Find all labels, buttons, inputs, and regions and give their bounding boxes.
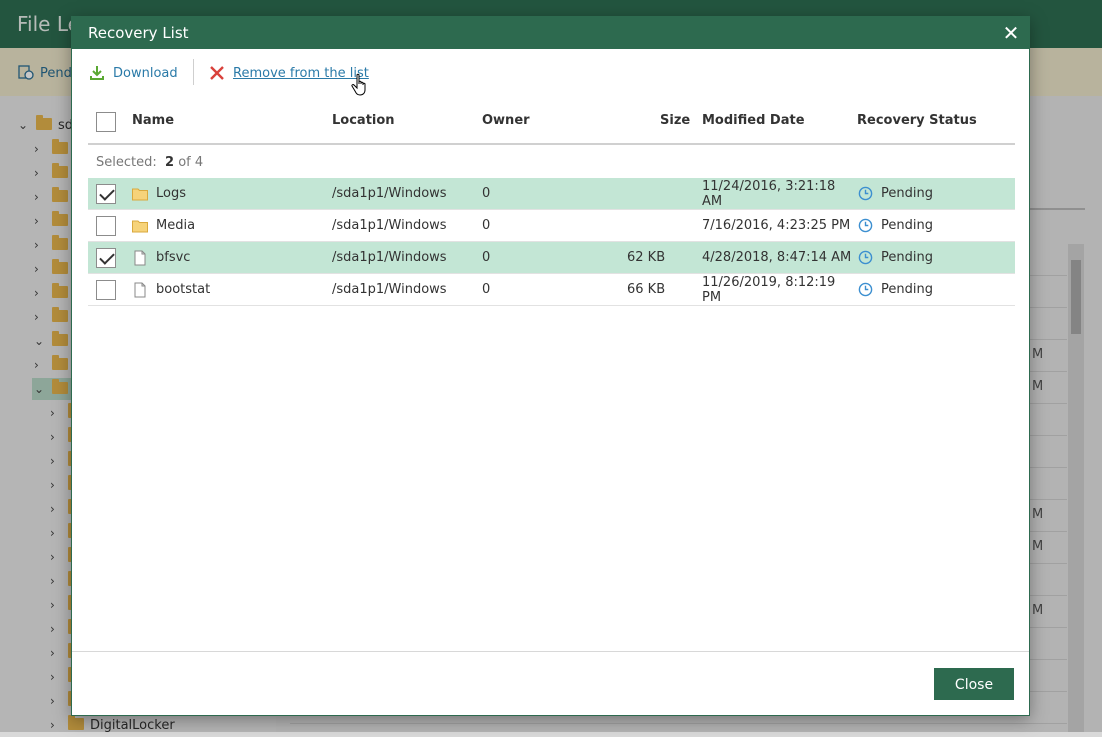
clock-icon	[858, 282, 873, 297]
file-icon	[134, 282, 146, 298]
row-owner: 0	[482, 250, 491, 265]
row-location: /sda1p1/Windows	[332, 186, 447, 201]
row-checkbox[interactable]	[96, 248, 116, 268]
column-header-name[interactable]: Name	[132, 113, 174, 128]
column-header-owner[interactable]: Owner	[482, 113, 530, 128]
folder-icon	[132, 188, 148, 201]
hand-cursor-icon	[351, 73, 366, 96]
dialog-header: Recovery List ✕	[72, 17, 1029, 49]
toolbar-separator	[193, 59, 194, 85]
x-icon	[210, 66, 224, 80]
clock-icon	[858, 186, 873, 201]
row-size: 66 KB	[627, 282, 666, 297]
dialog-toolbar: Download Remove from the list	[72, 49, 1029, 97]
row-location: /sda1p1/Windows	[332, 218, 447, 233]
table-row[interactable]: bfsvc/sda1p1/Windows 0 62 KB 4/28/2018, 8:4…	[88, 242, 1015, 274]
table-row[interactable]: Logs/sda1p1/Windows 0 11/24/2016, 3:21:18 …	[88, 178, 1015, 210]
download-icon	[90, 66, 104, 80]
download-label: Download	[113, 65, 178, 81]
column-header-modified-date[interactable]: Modified Date	[702, 113, 805, 128]
row-name: bfsvc	[156, 250, 191, 265]
table-row[interactable]: bootstat/sda1p1/Windows 0 66 KB 11/26/2019,…	[88, 274, 1015, 306]
download-button[interactable]: Download	[90, 63, 178, 83]
clock-icon	[858, 218, 873, 233]
clock-icon	[858, 250, 873, 265]
row-modified-date: 11/24/2016, 3:21:18 AM	[702, 179, 836, 209]
row-checkbox[interactable]	[96, 184, 116, 204]
row-modified-date: 4/28/2018, 8:47:14 AM	[702, 250, 852, 265]
select-all-checkbox[interactable]	[96, 112, 116, 132]
row-owner: 0	[482, 186, 491, 201]
selected-label: Selected:	[96, 155, 157, 170]
remove-label: Remove from the list	[233, 65, 369, 81]
row-name: Logs	[156, 186, 186, 201]
row-modified-date: 11/26/2019, 8:12:19 PM	[702, 275, 836, 305]
column-header-location[interactable]: Location	[332, 113, 395, 128]
dialog-title: Recovery List	[88, 24, 189, 42]
row-owner: 0	[482, 218, 491, 233]
recovery-list-dialog: Recovery List ✕ Download Remove from the…	[71, 16, 1030, 716]
dialog-footer: Close	[72, 651, 1029, 715]
table-row[interactable]: Media/sda1p1/Windows 0 7/16/2016, 4:23:25 …	[88, 210, 1015, 242]
row-size: 62 KB	[627, 250, 666, 265]
close-icon[interactable]: ✕	[999, 21, 1023, 45]
row-checkbox[interactable]	[96, 216, 116, 236]
row-location: /sda1p1/Windows	[332, 250, 447, 265]
file-icon	[134, 250, 146, 266]
grid-header: Name Location Owner Size Modified Date R…	[88, 105, 1015, 145]
folder-icon	[132, 220, 148, 233]
selected-total: of 4	[178, 155, 204, 170]
close-button[interactable]: Close	[934, 668, 1014, 700]
row-owner: 0	[482, 282, 491, 297]
selection-summary: Selected: 2 of 4	[96, 155, 203, 170]
row-recovery-status: Pending	[881, 282, 933, 297]
row-modified-date: 7/16/2016, 4:23:25 PM	[702, 218, 851, 233]
remove-from-list-button[interactable]: Remove from the list	[209, 63, 369, 83]
row-location: /sda1p1/Windows	[332, 282, 447, 297]
row-recovery-status: Pending	[881, 186, 933, 201]
column-header-recovery-status[interactable]: Recovery Status	[857, 113, 977, 128]
row-name: bootstat	[156, 282, 211, 297]
row-checkbox[interactable]	[96, 280, 116, 300]
row-recovery-status: Pending	[881, 250, 933, 265]
row-recovery-status: Pending	[881, 218, 933, 233]
column-header-size[interactable]: Size	[660, 113, 690, 128]
selected-count: 2	[165, 155, 175, 170]
row-name: Media	[156, 218, 196, 233]
